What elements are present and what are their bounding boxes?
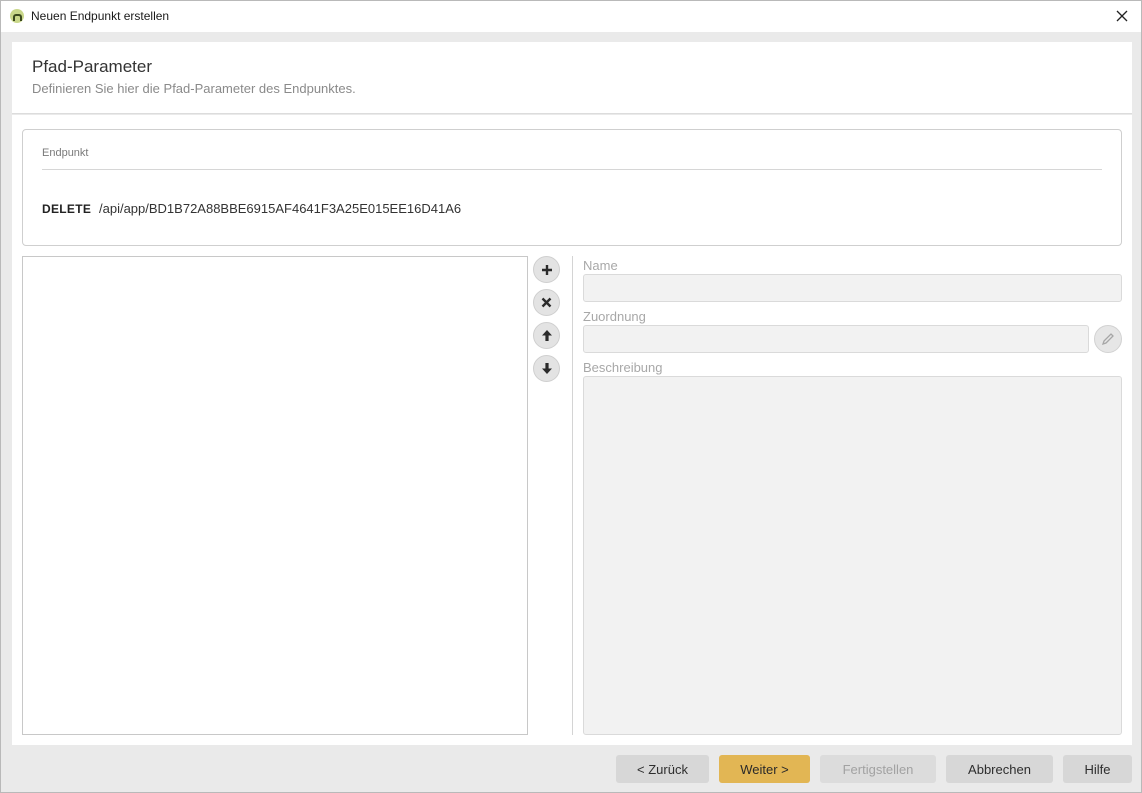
content-panel: Endpunkt DELETE /api/app/BD1B72A88BBE691… xyxy=(12,115,1132,745)
page-header: Pfad-Parameter Definieren Sie hier die P… xyxy=(12,42,1132,114)
name-field[interactable] xyxy=(583,274,1122,302)
remove-icon xyxy=(541,297,552,308)
beschreibung-field[interactable] xyxy=(583,376,1122,735)
plus-icon xyxy=(541,264,552,275)
add-parameter-button[interactable] xyxy=(533,256,560,283)
endpoint-legend: Endpunkt xyxy=(42,147,89,159)
endpoint-divider xyxy=(42,169,1102,170)
endpoint-group: Endpunkt DELETE /api/app/BD1B72A88BBE691… xyxy=(22,129,1122,246)
name-label: Name xyxy=(583,258,618,273)
title-bar: Neuen Endpunkt erstellen xyxy=(1,1,1141,32)
vertical-divider xyxy=(572,256,573,735)
page-title: Pfad-Parameter xyxy=(32,57,152,76)
window-title: Neuen Endpunkt erstellen xyxy=(31,9,170,23)
next-button[interactable]: Weiter > xyxy=(719,755,810,783)
close-button[interactable] xyxy=(1111,5,1133,27)
page-subtitle: Definieren Sie hier die Pfad-Parameter d… xyxy=(32,81,356,96)
remove-parameter-button[interactable] xyxy=(533,289,560,316)
beschreibung-label: Beschreibung xyxy=(583,360,663,375)
app-logo-icon xyxy=(10,9,24,23)
help-button[interactable]: Hilfe xyxy=(1063,755,1132,783)
arrow-up-icon xyxy=(541,330,552,341)
zuordnung-field[interactable] xyxy=(583,325,1089,353)
dialog-window: Neuen Endpunkt erstellen Pfad-Parameter … xyxy=(0,0,1142,793)
zuordnung-label: Zuordnung xyxy=(583,309,646,324)
cancel-button[interactable]: Abbrechen xyxy=(946,755,1053,783)
move-down-button[interactable] xyxy=(533,355,560,382)
pencil-icon xyxy=(1101,333,1114,346)
endpoint-method: DELETE xyxy=(42,202,92,216)
edit-zuordnung-button[interactable] xyxy=(1094,325,1122,353)
back-button[interactable]: < Zurück xyxy=(616,755,709,783)
parameter-list[interactable] xyxy=(22,256,528,735)
endpoint-path: /api/app/BD1B72A88BBE6915AF4641F3A25E015… xyxy=(99,201,462,216)
move-up-button[interactable] xyxy=(533,322,560,349)
close-icon xyxy=(1116,10,1128,22)
finish-button[interactable]: Fertigstellen xyxy=(820,755,936,783)
arrow-down-icon xyxy=(541,363,552,374)
